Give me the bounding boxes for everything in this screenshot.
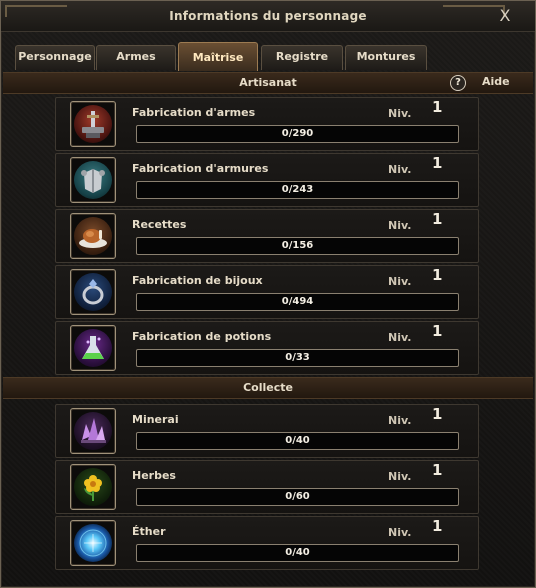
level-value: 1: [432, 98, 443, 116]
skill-row-herbes: Herbes Niv. 1 0/60: [55, 460, 479, 514]
progress-text: 0/40: [285, 435, 310, 446]
progress-text: 0/243: [281, 184, 314, 195]
skill-row-recettes: Recettes Niv. 1 0/156: [55, 209, 479, 263]
level-label: Niv.: [388, 219, 412, 232]
level-value: 1: [432, 322, 443, 340]
progress-bar: 0/290: [136, 125, 459, 143]
level-value: 1: [432, 405, 443, 423]
level-label: Niv.: [388, 526, 412, 539]
help-icon[interactable]: ?: [450, 75, 466, 91]
skill-name: Minerai: [132, 413, 179, 426]
skill-name: Éther: [132, 525, 166, 538]
level-value: 1: [432, 154, 443, 172]
progress-bar: 0/243: [136, 181, 459, 199]
progress-text: 0/290: [281, 128, 314, 139]
level-value: 1: [432, 266, 443, 284]
level-label: Niv.: [388, 414, 412, 427]
tab-personnage[interactable]: Personnage: [15, 45, 95, 70]
skill-name: Herbes: [132, 469, 176, 482]
level-label: Niv.: [388, 331, 412, 344]
progress-text: 0/40: [285, 547, 310, 558]
progress-bar: 0/494: [136, 293, 459, 311]
progress-text: 0/33: [285, 352, 310, 363]
progress-bar: 0/40: [136, 544, 459, 562]
title-bar[interactable]: Informations du personnage X: [1, 1, 535, 32]
level-value: 1: [432, 517, 443, 535]
jewelry-icon: [70, 269, 116, 315]
skill-name: Fabrication d'armes: [132, 106, 256, 119]
skill-row-ether: Éther Niv. 1 0/40: [55, 516, 479, 570]
skill-row-fabrication-potions: Fabrication de potions Niv. 1 0/33: [55, 321, 479, 375]
tab-maitrise[interactable]: Maîtrise: [178, 42, 258, 71]
level-label: Niv.: [388, 275, 412, 288]
aether-icon: [70, 520, 116, 566]
weaponsmithing-icon: [70, 101, 116, 147]
level-label: Niv.: [388, 470, 412, 483]
tab-montures[interactable]: Montures: [345, 45, 427, 70]
window-title: Informations du personnage: [169, 9, 367, 23]
progress-bar: 0/40: [136, 432, 459, 450]
skill-row-fabrication-armures: Fabrication d'armures Niv. 1 0/243: [55, 153, 479, 207]
progress-bar: 0/33: [136, 349, 459, 367]
skill-row-fabrication-armes: Fabrication d'armes Niv. 1 0/290: [55, 97, 479, 151]
section-header-artisanat: Artisanat ? Aide: [3, 72, 533, 94]
section-title: Collecte: [243, 381, 293, 394]
progress-bar: 0/156: [136, 237, 459, 255]
skill-name: Fabrication de bijoux: [132, 274, 263, 287]
level-label: Niv.: [388, 107, 412, 120]
progress-text: 0/156: [281, 240, 314, 251]
progress-text: 0/494: [281, 296, 314, 307]
skill-name: Fabrication de potions: [132, 330, 272, 343]
section-header-collecte: Collecte: [3, 377, 533, 399]
skill-name: Recettes: [132, 218, 187, 231]
progress-bar: 0/60: [136, 488, 459, 506]
progress-text: 0/60: [285, 491, 310, 502]
herb-icon: [70, 464, 116, 510]
level-value: 1: [432, 210, 443, 228]
level-label: Niv.: [388, 163, 412, 176]
tab-registre[interactable]: Registre: [261, 45, 343, 70]
character-info-window: Informations du personnage X Personnage …: [0, 0, 536, 588]
skill-row-fabrication-bijoux: Fabrication de bijoux Niv. 1 0/494: [55, 265, 479, 319]
skill-row-minerai: Minerai Niv. 1 0/40: [55, 404, 479, 458]
armorsmithing-icon: [70, 157, 116, 203]
ore-icon: [70, 408, 116, 454]
help-link[interactable]: Aide: [482, 75, 510, 88]
level-value: 1: [432, 461, 443, 479]
skill-name: Fabrication d'armures: [132, 162, 269, 175]
cooking-icon: [70, 213, 116, 259]
tab-armes[interactable]: Armes: [96, 45, 176, 70]
alchemy-icon: [70, 325, 116, 371]
close-icon[interactable]: X: [497, 8, 513, 24]
